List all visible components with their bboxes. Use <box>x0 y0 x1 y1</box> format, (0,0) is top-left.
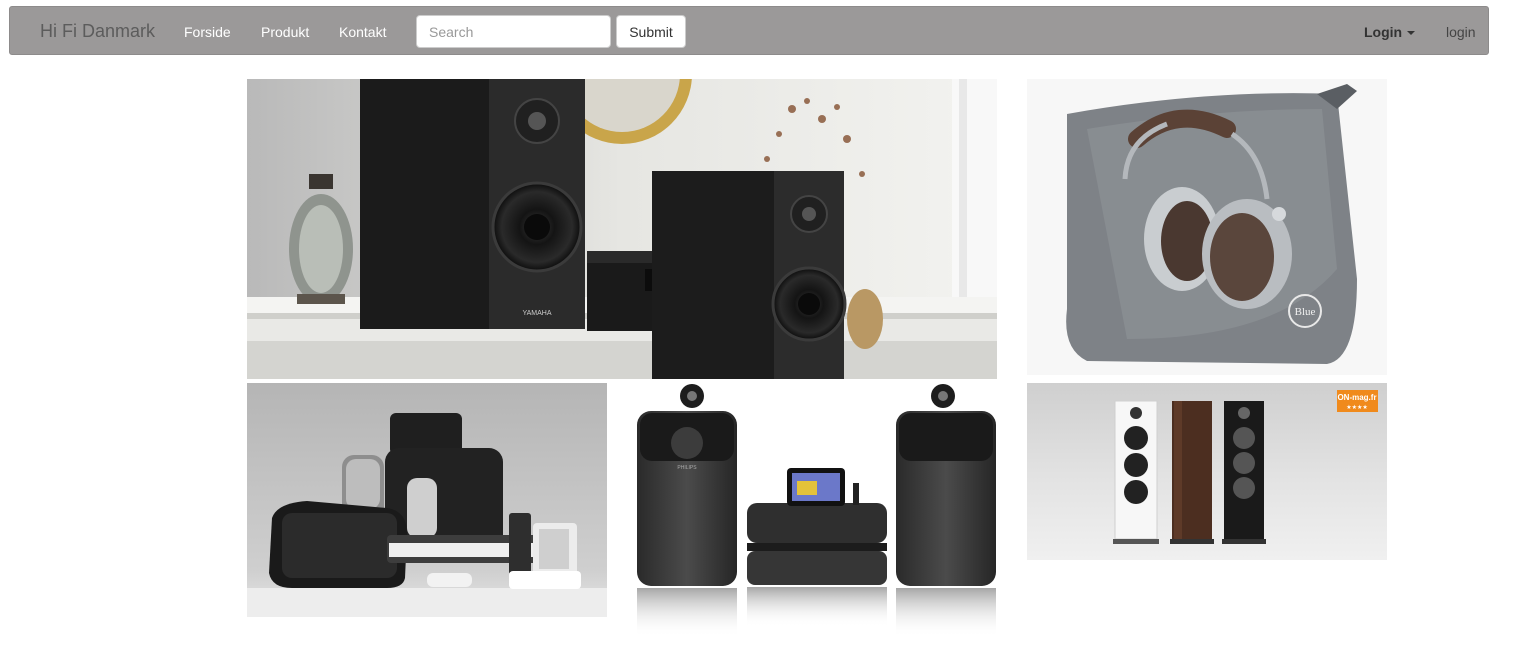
login-link[interactable]: login <box>1446 24 1476 40</box>
brand-link[interactable]: Hi Fi Danmark <box>40 21 155 42</box>
nav-link-kontakt[interactable]: Kontakt <box>339 24 386 40</box>
caret-down-icon <box>1407 31 1416 36</box>
search-input[interactable] <box>416 15 611 48</box>
yamaha-logo-text: YAMAHA <box>522 310 551 317</box>
nav-link-produkt[interactable]: Produkt <box>261 24 309 40</box>
onmag-badge-stars: ★★★★ <box>1346 404 1368 411</box>
nav-link-forside[interactable]: Forside <box>184 24 231 40</box>
submit-button[interactable]: Submit <box>616 15 686 48</box>
yamaha-speakers-photo[interactable]: YAMAHA <box>247 79 997 379</box>
philips-logo-left: PHILIPS <box>677 465 697 471</box>
top-navbar: Hi Fi Danmark Forside Produkt Kontakt Su… <box>9 6 1489 55</box>
floor-speakers-photo[interactable]: ON-mag.fr ★★★★ <box>1027 383 1387 560</box>
onmag-badge-text: ON-mag.fr <box>1337 393 1376 402</box>
blue-logo-text: Blue <box>1295 306 1316 318</box>
sonos-speakers-photo[interactable] <box>247 383 607 617</box>
login-dropdown[interactable]: Login <box>1364 24 1416 40</box>
login-dropdown-label: Login <box>1364 24 1403 40</box>
headphones-photo[interactable]: Blue <box>1027 79 1387 375</box>
philips-system-photo[interactable]: PHILIPS <box>637 383 997 637</box>
